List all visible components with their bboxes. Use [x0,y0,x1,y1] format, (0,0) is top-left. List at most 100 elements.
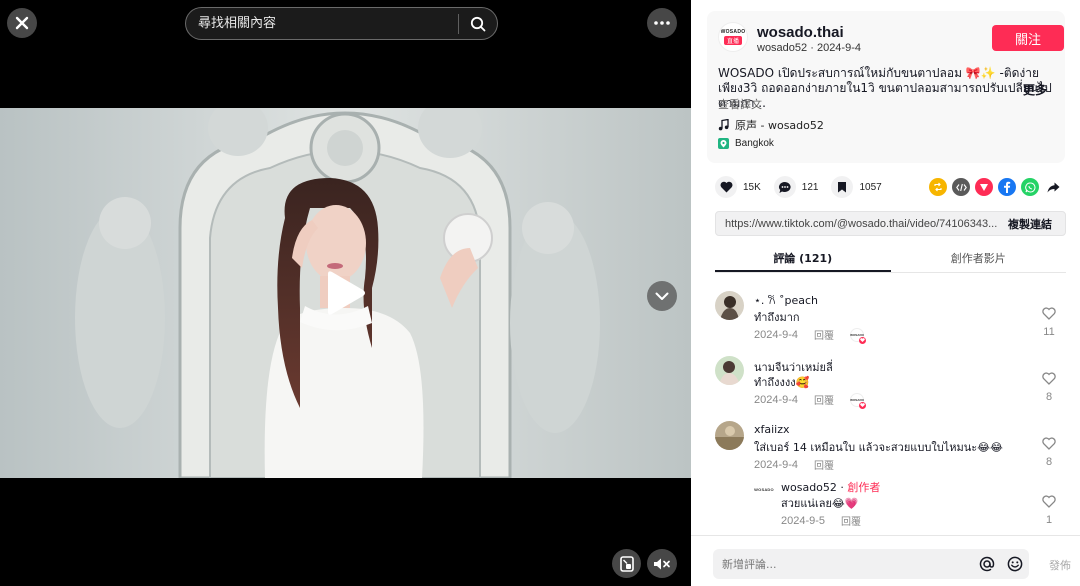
emoji-button[interactable] [1001,550,1029,578]
embed-code-icon [955,183,967,191]
comment-date: 2024-9-4 [754,328,799,341]
send-to-friends-button[interactable] [975,178,993,196]
reply-date: 2024-9-5 [781,514,826,527]
bookmark-icon [831,176,854,198]
whatsapp-share-button[interactable] [1021,178,1039,196]
commenter-name[interactable]: ⋆. 𐙚 ˚peach [754,293,818,308]
volume-muted-icon [654,558,670,569]
reply-button[interactable]: 回覆 [814,327,834,342]
details-panel: WOSADO 直播 wosado.thai wosado52 · 2024-9-… [691,0,1080,586]
reply-separator: · [840,481,844,494]
comment-count: 121 [801,181,819,193]
commenter-name[interactable]: xfaiizx [754,423,790,436]
heart-icon [715,176,737,198]
video-url[interactable]: https://www.tiktok.com/@wosado.thai/vide… [716,218,1000,230]
liked-by-creator-mark: WOSADO [850,397,864,402]
author-handle: wosado52 [757,42,808,54]
comment-input-wrapper [713,549,1029,579]
commenter-avatar[interactable] [715,421,744,450]
chevron-down-icon [655,292,669,300]
facebook-share-button[interactable] [998,178,1016,196]
at-mention-icon [979,556,995,572]
comment-text: ใส่เบอร์ 14 เหมือนใบ แล้วจะสวยแบบใบไหมนะ… [754,441,1003,454]
avatar-brand-text: WOSADO [720,29,746,35]
save-button[interactable]: 1057 [831,176,882,198]
author-name[interactable]: wosado.thai [757,24,844,41]
liked-by-creator-badge: WOSADO [850,327,867,344]
repost-button[interactable] [929,178,947,196]
comment-item: ⋆. 𐙚 ˚peach ทำถึงมาก 2024-9-4 回覆 WOSADO … [715,283,1071,348]
emoji-smile-icon [1007,556,1023,572]
comment-meta: 2024-9-4 回覆 WOSADO [754,392,867,409]
music-link[interactable]: 原声 - wosado52 [718,117,824,133]
post-comment-button[interactable]: 發佈 [1049,557,1071,573]
comment-date: 2024-9-4 [754,458,799,471]
copy-link-button[interactable]: 複製連結 [1000,216,1065,232]
reply-button[interactable]: 回覆 [814,457,834,472]
reply-like-button[interactable]: 1 [1041,495,1057,526]
comment-list[interactable]: ⋆. 𐙚 ˚peach ทำถึงมาก 2024-9-4 回覆 WOSADO … [715,283,1071,535]
heart-icon [859,336,867,344]
reply-meta: 2024-9-5 回覆 [781,513,861,529]
follow-button[interactable]: 關注 [992,25,1064,51]
music-note-icon [718,119,729,131]
embed-button[interactable] [952,178,970,196]
comment-input[interactable] [713,557,973,571]
reply-author-name[interactable]: wosado52 [781,481,837,494]
post-date: 2024-9-4 [816,42,861,54]
search-button[interactable] [459,8,497,39]
whatsapp-icon [1024,182,1035,192]
video-player[interactable] [0,0,691,586]
reply-text: สวยแน่เลย😂💗 [781,497,859,510]
send-icon [980,184,988,191]
close-icon [15,16,29,30]
translate-link[interactable]: 查看譯文 [718,96,762,112]
mention-button[interactable] [973,550,1001,578]
like-button[interactable]: 15K [715,176,761,198]
tab-creator-videos[interactable]: 創作者影片 [891,245,1067,272]
reply-button[interactable]: 回覆 [814,392,834,407]
music-label: 原声 - wosado52 [735,119,824,132]
creator-avatar[interactable]: WOSADO [754,479,774,499]
location-tag[interactable]: Bangkok [718,138,774,149]
more-dots-icon [654,21,670,25]
heart-outline-icon [1042,437,1056,450]
search-bar[interactable] [185,7,498,40]
heart-outline-icon [1042,307,1056,320]
comment-button[interactable]: 121 [773,176,819,198]
mute-button[interactable] [647,549,677,578]
reply-button[interactable]: 回覆 [841,513,861,528]
comment-text: ทำถึงงงง🥰 [754,376,810,389]
play-button[interactable] [323,270,367,316]
comment-like-count: 8 [1045,391,1053,403]
heart-outline-icon [1042,372,1056,385]
comment-like-button[interactable]: 11 [1041,307,1057,338]
picture-in-picture-button[interactable] [612,549,641,578]
author-avatar[interactable]: WOSADO 直播 [718,22,748,52]
comment-bubble-icon [773,176,796,198]
commenter-avatar[interactable] [715,291,744,320]
description-more-link[interactable]: 更多 [1023,81,1047,98]
comment-like-button[interactable]: 8 [1041,372,1057,403]
save-count: 1057 [859,181,882,193]
heart-outline-icon [1042,495,1056,508]
liked-by-creator-badge: WOSADO [850,392,867,409]
location-pin-icon [718,138,729,149]
commenter-avatar[interactable] [715,356,744,385]
close-button[interactable] [7,8,37,38]
comment-like-button[interactable]: 8 [1041,437,1057,468]
creator-badge: 創作者 [847,481,881,494]
author-meta: wosado52 · 2024-9-4 [757,42,861,54]
tab-comments[interactable]: 評論 (121) [715,245,891,272]
repost-icon [934,182,942,192]
comment-item: นามจีนว่าเหม่ยลี่ ทำถึงงงง🥰 2024-9-4 回覆 … [715,348,1071,413]
search-input[interactable] [186,16,458,31]
comment-date: 2024-9-4 [754,393,799,406]
share-options [929,178,1062,196]
more-options-button[interactable] [647,8,677,38]
more-share-button[interactable] [1044,178,1062,196]
next-video-button[interactable] [647,281,677,311]
comment-like-count: 11 [1043,326,1055,338]
reply-author: wosado52 · 創作者 [781,479,880,495]
comment-meta: 2024-9-4 回覆 [754,457,834,473]
